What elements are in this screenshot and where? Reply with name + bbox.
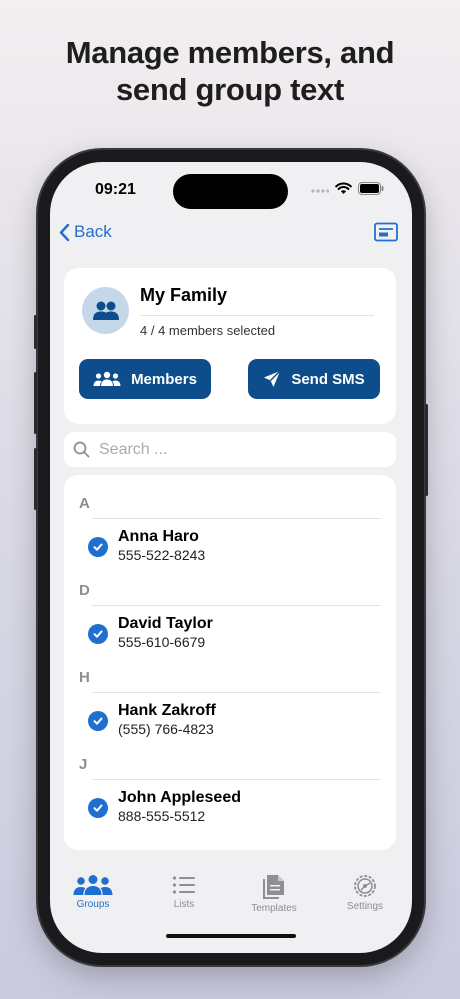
- section-header: H: [79, 669, 381, 693]
- section-letter: D: [79, 582, 90, 599]
- status-icons: [311, 182, 384, 195]
- contact-row[interactable]: Hank Zakroff (555) 766-4823: [88, 702, 381, 740]
- search-bar[interactable]: [64, 432, 396, 467]
- card-view-button[interactable]: [374, 222, 398, 247]
- contact-phone: 888-555-5512: [118, 808, 206, 824]
- people-icon: [93, 371, 121, 386]
- tab-bar: Groups Lists Templates Settings: [50, 874, 412, 930]
- dynamic-island: [173, 174, 288, 209]
- battery-icon: [358, 182, 384, 195]
- divider: [140, 315, 374, 316]
- checkmark-icon[interactable]: [88, 624, 108, 644]
- checkmark-icon[interactable]: [88, 711, 108, 731]
- contact-row[interactable]: David Taylor 555-610-6679: [88, 615, 381, 653]
- members-button[interactable]: Members: [79, 359, 211, 399]
- tab-settings[interactable]: Settings: [330, 874, 400, 912]
- section-letter: H: [79, 669, 90, 686]
- headline-line-2: send group text: [115, 72, 344, 107]
- search-icon: [73, 441, 90, 458]
- paper-plane-icon: [264, 370, 281, 387]
- volume-up-button: [34, 372, 37, 434]
- marketing-headline: Manage members, and send group text: [0, 34, 460, 108]
- checkmark-icon[interactable]: [88, 537, 108, 557]
- contact-phone: 555-522-8243: [118, 547, 206, 563]
- chevron-left-icon: [59, 223, 70, 241]
- documents-icon: [263, 875, 284, 899]
- tab-label: Groups: [76, 899, 110, 910]
- volume-down-button: [34, 448, 37, 510]
- contact-name: John Appleseed: [118, 789, 241, 806]
- selected-count: 4 / 4 members selected: [140, 323, 276, 338]
- search-input[interactable]: [99, 440, 359, 459]
- send-sms-button[interactable]: Send SMS: [248, 359, 380, 399]
- contact-name: Anna Haro: [118, 528, 199, 545]
- section-header: D: [79, 582, 381, 606]
- contact-phone: 555-610-6679: [118, 634, 206, 650]
- section-divider: [92, 779, 381, 780]
- people-icon: [92, 301, 119, 320]
- app-screen: 09:21 Back My Family 4 / 4 members selec…: [50, 162, 412, 953]
- contact-row[interactable]: Anna Haro 555-522-8243: [88, 528, 381, 566]
- list-icon: [172, 876, 195, 894]
- section-divider: [92, 692, 381, 693]
- back-button[interactable]: Back: [58, 222, 112, 242]
- checkmark-icon[interactable]: [88, 798, 108, 818]
- gear-icon: [354, 875, 376, 897]
- home-indicator: [166, 934, 296, 938]
- section-header: A: [79, 495, 381, 519]
- group-card: My Family 4 / 4 members selected Members…: [64, 268, 396, 424]
- section-header: J: [79, 756, 381, 780]
- contact-phone: (555) 766-4823: [118, 721, 214, 737]
- contact-name: Hank Zakroff: [118, 702, 216, 719]
- back-label: Back: [74, 222, 112, 241]
- wifi-icon: [335, 182, 352, 194]
- tab-lists[interactable]: Lists: [149, 874, 219, 910]
- group-name: My Family: [140, 285, 228, 305]
- section-letter: J: [79, 756, 88, 773]
- contacts-list: A Anna Haro 555-522-8243 D David Taylor …: [64, 475, 396, 850]
- group-avatar: [82, 287, 129, 334]
- tab-label: Settings: [346, 901, 384, 912]
- section-divider: [92, 605, 381, 606]
- members-button-label: Members: [131, 370, 197, 388]
- tab-label: Templates: [251, 903, 297, 914]
- action-button: [34, 315, 37, 349]
- power-button: [425, 404, 428, 496]
- id-card-icon: [374, 222, 398, 242]
- contact-name: David Taylor: [118, 615, 213, 632]
- tab-templates[interactable]: Templates: [239, 874, 309, 914]
- send-sms-button-label: Send SMS: [291, 370, 365, 388]
- tab-groups[interactable]: Groups: [58, 874, 128, 910]
- status-time: 09:21: [95, 181, 136, 198]
- section-letter: A: [79, 495, 90, 512]
- section-divider: [92, 518, 381, 519]
- headline-line-1: Manage members, and: [65, 35, 395, 70]
- tab-label: Lists: [173, 899, 195, 910]
- cellular-signal-icon: [311, 188, 329, 193]
- groups-icon: [73, 875, 113, 895]
- phone-frame: 09:21 Back My Family 4 / 4 members selec…: [34, 150, 428, 965]
- contact-row[interactable]: John Appleseed 888-555-5512: [88, 789, 381, 827]
